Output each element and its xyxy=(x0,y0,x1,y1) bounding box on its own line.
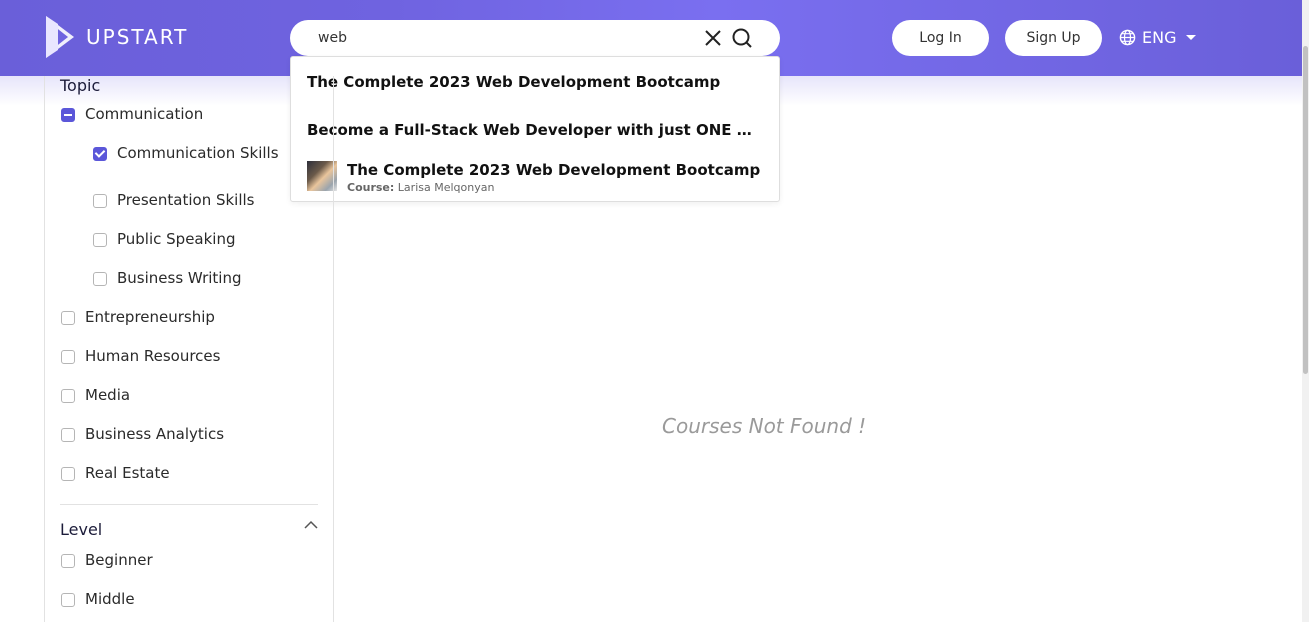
checkbox-indeterminate[interactable] xyxy=(61,108,75,122)
filter-human-resources[interactable]: Human Resources xyxy=(61,348,220,364)
content-divider xyxy=(333,76,334,622)
topic-filter-title: Topic xyxy=(60,76,101,95)
logo[interactable]: UPSTART xyxy=(44,14,188,60)
filter-label: Entrepreneurship xyxy=(85,308,215,326)
brand-name: UPSTART xyxy=(86,25,189,49)
checkbox[interactable] xyxy=(61,389,75,403)
checkbox[interactable] xyxy=(93,194,107,208)
globe-icon xyxy=(1119,29,1136,46)
course-author: Larisa Melqonyan xyxy=(397,181,495,194)
checkbox[interactable] xyxy=(61,350,75,364)
checkbox[interactable] xyxy=(61,593,75,607)
empty-results-message: Courses Not Found ! xyxy=(662,414,867,438)
filter-label: Public Speaking xyxy=(117,230,236,248)
checkbox[interactable] xyxy=(61,467,75,481)
filter-business-analytics[interactable]: Business Analytics xyxy=(61,426,224,442)
filter-divider xyxy=(60,504,318,505)
filter-communication[interactable]: Communication xyxy=(61,106,203,122)
filter-label: Middle xyxy=(85,590,135,608)
search-bar xyxy=(290,20,780,56)
filter-label: Media xyxy=(85,386,131,404)
filter-entrepreneurship[interactable]: Entrepreneurship xyxy=(61,309,215,325)
filter-label: Communication xyxy=(85,105,204,123)
language-label: ENG xyxy=(1142,28,1177,47)
search-suggestions-dropdown: The Complete 2023 Web Development Bootca… xyxy=(290,56,780,202)
course-suggestion-meta: Course: Larisa Melqonyan xyxy=(347,181,494,194)
filter-beginner[interactable]: Beginner xyxy=(61,552,153,568)
checkbox[interactable] xyxy=(93,272,107,286)
filter-label: Human Resources xyxy=(85,347,221,365)
sidebar-divider xyxy=(44,76,45,622)
language-selector[interactable]: ENG xyxy=(1119,28,1197,47)
course-suggestion-title: The Complete 2023 Web Development Bootca… xyxy=(347,161,761,179)
scrollbar-thumb[interactable] xyxy=(1303,46,1308,374)
checkbox[interactable] xyxy=(93,233,107,247)
checkbox[interactable] xyxy=(61,311,75,325)
filter-media[interactable]: Media xyxy=(61,387,130,403)
chevron-down-icon xyxy=(1186,35,1197,40)
search-icon[interactable] xyxy=(731,27,753,49)
filter-label: Business Writing xyxy=(117,269,242,287)
checkbox[interactable] xyxy=(61,428,75,442)
course-type-label: Course: xyxy=(347,181,395,194)
play-logo-icon xyxy=(46,16,74,58)
filter-label: Presentation Skills xyxy=(117,191,255,209)
checkbox-checked[interactable] xyxy=(93,147,107,161)
suggestion-item[interactable]: The Complete 2023 Web Development Bootca… xyxy=(307,73,759,91)
login-button[interactable]: Log In xyxy=(892,20,989,56)
filter-presentation-skills[interactable]: Presentation Skills xyxy=(93,192,255,208)
filter-label: Real Estate xyxy=(85,464,170,482)
filter-real-estate[interactable]: Real Estate xyxy=(61,465,170,481)
signup-button[interactable]: Sign Up xyxy=(1005,20,1102,56)
course-suggestion[interactable]: The Complete 2023 Web Development Bootca… xyxy=(307,161,767,197)
close-icon[interactable] xyxy=(703,28,723,48)
chevron-up-icon[interactable] xyxy=(304,520,318,530)
filter-middle[interactable]: Middle xyxy=(61,591,135,607)
search-input[interactable] xyxy=(318,28,678,48)
filter-label: Communication Skills xyxy=(117,144,279,162)
filter-communication-skills[interactable]: Communication Skills xyxy=(93,145,293,161)
level-filter-title: Level xyxy=(60,520,103,539)
checkbox[interactable] xyxy=(61,554,75,568)
filter-public-speaking[interactable]: Public Speaking xyxy=(93,231,236,247)
filter-business-writing[interactable]: Business Writing xyxy=(93,270,241,286)
filter-label: Business Analytics xyxy=(85,425,225,443)
filter-label: Beginner xyxy=(85,551,153,569)
suggestion-item[interactable]: Become a Full-Stack Web Developer with j… xyxy=(307,121,759,139)
